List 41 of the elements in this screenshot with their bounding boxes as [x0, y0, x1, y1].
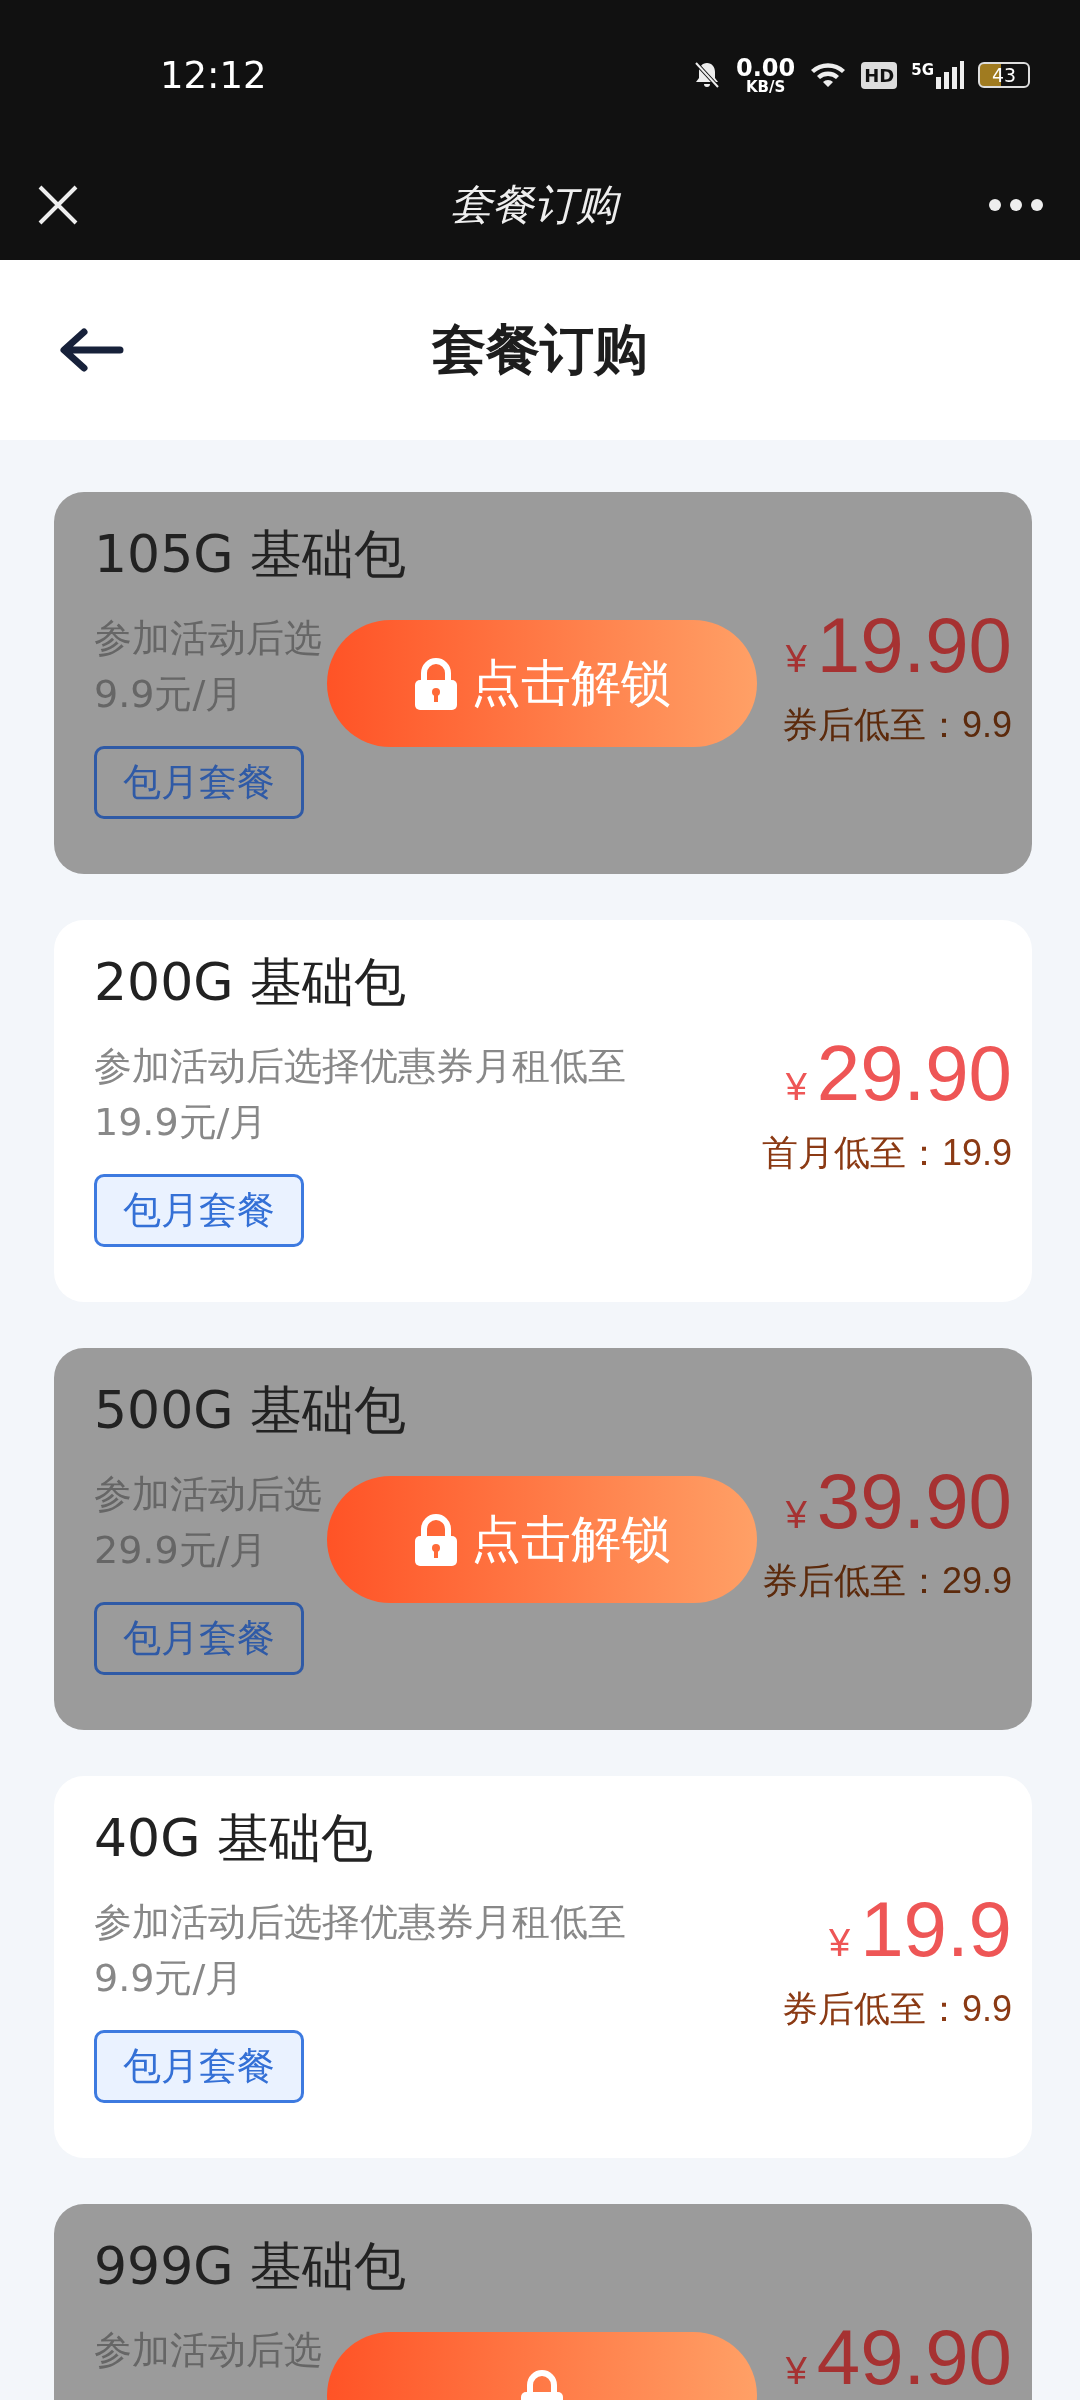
hd-badge: HD — [861, 61, 898, 89]
currency-symbol: ¥ — [785, 638, 807, 681]
plan-description: 参加活动后选择优惠券月租低至 9.9元/月 — [94, 1899, 626, 2002]
plan-price: 19.90 — [816, 600, 1012, 691]
plan-title: 999G 基础包 — [94, 2235, 407, 2298]
bell-muted-icon — [692, 60, 722, 90]
plan-card[interactable]: 40G 基础包 参加活动后选择优惠券月租低至 9.9元/月 包月套餐 ¥19.9 券后低至：9.9 — [54, 1776, 1032, 2158]
network-type: 5G — [911, 61, 934, 79]
currency-symbol: ¥ — [829, 1922, 851, 1965]
plan-title: 40G 基础包 — [94, 1807, 374, 1870]
plan-price: 49.90 — [816, 2312, 1012, 2400]
plan-title: 500G 基础包 — [94, 1379, 407, 1442]
currency-symbol: ¥ — [785, 1494, 807, 1537]
plan-tag: 包月套餐 — [94, 746, 304, 819]
discount-note: 首月低至：19.9 — [761, 1131, 1012, 1175]
plan-price: 19.9 — [860, 1884, 1012, 1975]
plan-title: 200G 基础包 — [94, 951, 408, 1014]
wifi-icon — [809, 60, 848, 90]
net-speed: 0.00 — [736, 55, 796, 80]
lock-icon — [413, 657, 459, 710]
discount-note: 券后低至：29.9 — [761, 1559, 1012, 1603]
more-button[interactable] — [988, 198, 1044, 212]
lock-icon — [413, 1513, 459, 1566]
plan-tag: 包月套餐 — [94, 2030, 304, 2103]
discount-note: 券后低至：9.9 — [781, 1987, 1012, 2031]
plan-card[interactable]: 200G 基础包 参加活动后选择优惠券月租低至 19.9元/月 包月套餐 ¥29.90 首月低至：19.9 — [54, 920, 1032, 1302]
currency-symbol: ¥ — [785, 2350, 807, 2393]
currency-symbol: ¥ — [785, 1066, 807, 1109]
clock: 12:12 — [160, 53, 268, 97]
plan-tag: 包月套餐 — [94, 1174, 304, 1247]
plan-tag: 包月套餐 — [94, 1602, 304, 1675]
plan-price: 39.90 — [816, 1456, 1012, 1547]
plan-title: 105G 基础包 — [94, 523, 407, 586]
plan-price: 29.90 — [816, 1028, 1012, 1119]
close-button[interactable] — [36, 183, 80, 227]
net-unit: KB/S — [745, 79, 786, 95]
signal-icon — [936, 61, 964, 89]
back-button[interactable] — [58, 327, 124, 373]
discount-note: 券后低至：9.9 — [781, 703, 1012, 747]
plan-description: 参加活动后选择优惠券月租低至 19.9元/月 — [94, 1043, 626, 1146]
page-title: 套餐订购 — [432, 316, 648, 383]
